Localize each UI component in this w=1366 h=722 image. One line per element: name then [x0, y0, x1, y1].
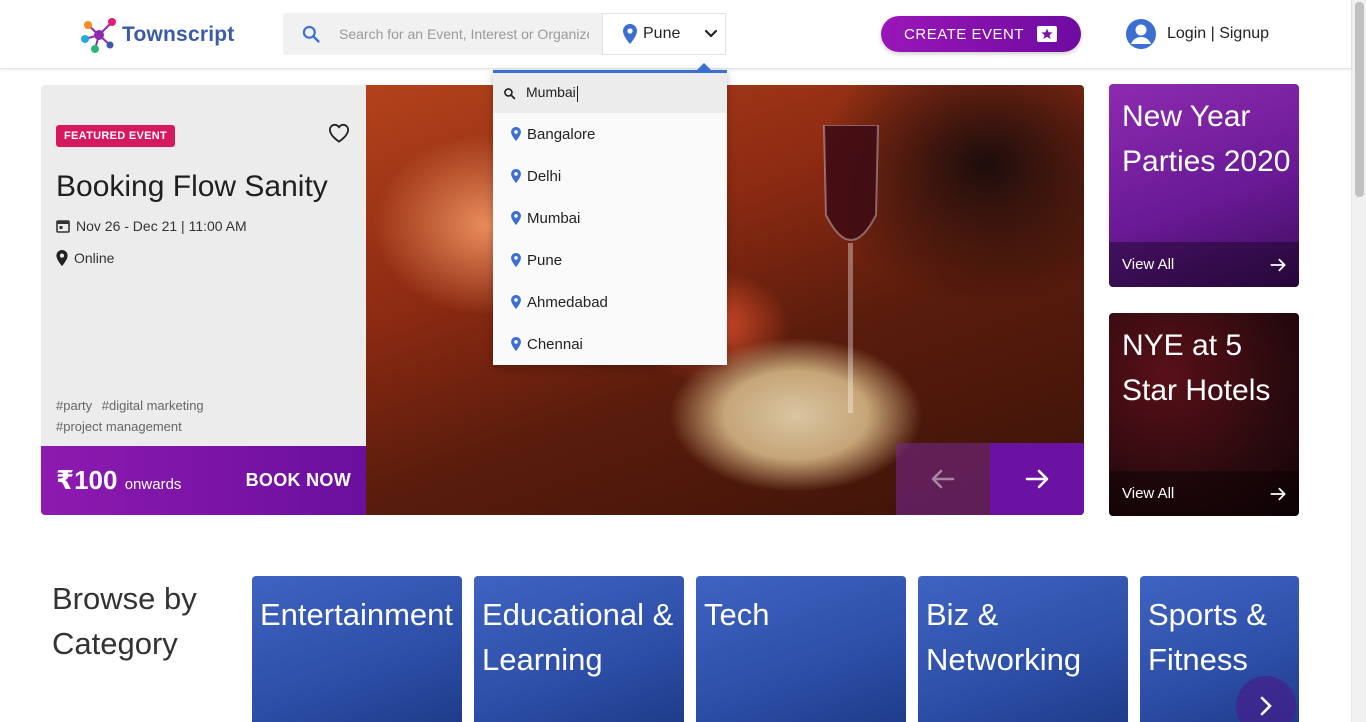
category-label: Entertainment	[260, 597, 453, 632]
city-search-query: Mumbai	[526, 84, 576, 101]
townscript-logo-icon	[81, 18, 116, 53]
promo-view-all[interactable]: View All	[1109, 471, 1299, 516]
ticket-star-icon	[1036, 26, 1057, 42]
view-all-label: View All	[1122, 256, 1175, 273]
event-search-bar[interactable]	[283, 13, 602, 55]
price-book-bar: ₹100 onwards BOOK NOW	[41, 446, 366, 515]
category-label: Educational & Learning	[482, 597, 674, 677]
category-biz-networking[interactable]: Biz & Networking	[918, 576, 1128, 722]
location-pin-icon	[511, 253, 521, 267]
location-pin-icon	[511, 169, 521, 183]
category-label: Biz & Networking	[926, 597, 1082, 677]
featured-event-card[interactable]: FEATURED EVENT Booking Flow Sanity Nov 2…	[41, 85, 366, 515]
location-pin-icon	[511, 127, 521, 141]
tag[interactable]: #party	[56, 398, 92, 413]
city-option-pune[interactable]: Pune	[493, 239, 727, 281]
location-pin-icon	[511, 295, 521, 309]
category-label: Tech	[704, 597, 770, 632]
event-date-row: Nov 26 - Dec 21 | 11:00 AM	[56, 218, 247, 234]
promo-title: New Year Parties 2020	[1122, 100, 1291, 178]
heart-icon[interactable]	[328, 123, 350, 143]
city-search-value[interactable]: Mumbai	[526, 84, 578, 102]
login-signup[interactable]: Login | Signup	[1125, 18, 1269, 50]
city-option-chennai[interactable]: Chennai	[493, 323, 727, 365]
location-pin-icon	[623, 24, 637, 44]
dropdown-caret	[697, 63, 711, 70]
page-scrollbar[interactable]	[1351, 0, 1366, 722]
city-dropdown: Mumbai Bangalore Delhi Mumbai Pune Ahmed…	[493, 63, 727, 365]
event-tags: #party #digital marketing #project manag…	[56, 395, 356, 437]
event-location-row: Online	[56, 250, 114, 266]
arrow-right-icon	[1025, 469, 1049, 489]
arrow-right-icon	[1270, 487, 1286, 500]
event-title[interactable]: Booking Flow Sanity	[56, 170, 328, 204]
event-price: ₹100 onwards	[56, 465, 181, 496]
promo-view-all[interactable]: View All	[1109, 242, 1299, 287]
promo-new-year-parties[interactable]: New Year Parties 2020 View All	[1109, 84, 1299, 287]
city-option-label: Mumbai	[527, 209, 581, 227]
city-option-label: Bangalore	[527, 125, 596, 143]
event-location: Online	[74, 250, 115, 266]
city-selector[interactable]: Pune	[602, 13, 726, 55]
featured-badge: FEATURED EVENT	[56, 125, 176, 147]
browse-by-category-heading: Browse by Category	[52, 581, 197, 661]
city-option-mumbai[interactable]: Mumbai	[493, 197, 727, 239]
townscript-logo[interactable]: Townscript	[80, 17, 234, 53]
scrollbar-thumb[interactable]	[1355, 2, 1364, 197]
carousel-next-button[interactable]	[990, 443, 1084, 515]
category-tech[interactable]: Tech	[696, 576, 906, 722]
user-avatar-icon	[1126, 19, 1156, 49]
price-suffix: onwards	[124, 476, 182, 493]
wine-glass-illustration	[822, 125, 880, 413]
location-pin-icon	[511, 337, 521, 351]
city-option-bangalore[interactable]: Bangalore	[493, 113, 727, 155]
city-search-field[interactable]: Mumbai	[493, 73, 727, 113]
chevron-right-icon	[1260, 696, 1272, 716]
category-entertainment[interactable]: Entertainment	[252, 576, 462, 722]
selected-city: Pune	[643, 25, 681, 42]
city-option-label: Chennai	[527, 335, 583, 353]
city-option-ahmedabad[interactable]: Ahmedabad	[493, 281, 727, 323]
create-event-button[interactable]: CREATE EVENT	[881, 16, 1081, 52]
category-educational-learning[interactable]: Educational & Learning	[474, 576, 684, 722]
event-date: Nov 26 - Dec 21 | 11:00 AM	[76, 218, 247, 234]
location-pin-icon	[511, 211, 521, 225]
promo-title: NYE at 5 Star Hotels	[1122, 329, 1271, 407]
arrow-right-icon	[1270, 258, 1286, 271]
search-icon	[504, 87, 516, 99]
view-all-label: View All	[1122, 485, 1175, 502]
search-icon	[283, 24, 339, 44]
event-search-input[interactable]	[339, 26, 589, 42]
carousel-prev-button[interactable]	[896, 443, 990, 515]
calendar-icon	[56, 220, 70, 233]
text-cursor	[576, 85, 578, 102]
category-label: Sports & Fitness	[1148, 597, 1267, 677]
city-option-delhi[interactable]: Delhi	[493, 155, 727, 197]
city-option-label: Ahmedabad	[527, 293, 608, 311]
brand-name: Townscript	[122, 23, 235, 46]
book-now-button[interactable]: BOOK NOW	[246, 470, 351, 491]
price-value: ₹100	[56, 465, 118, 495]
chevron-down-icon	[705, 29, 718, 38]
city-option-label: Pune	[527, 251, 563, 269]
login-signup-label: Login | Signup	[1167, 25, 1270, 42]
create-event-label: CREATE EVENT	[904, 25, 1024, 43]
top-header: Townscript Pune CREATE EVENT Login | Sig…	[0, 0, 1351, 69]
promo-nye-5-star-hotels[interactable]: NYE at 5 Star Hotels View All	[1109, 313, 1299, 516]
tag[interactable]: #project management	[56, 419, 182, 434]
city-option-label: Delhi	[527, 167, 562, 185]
location-pin-icon	[56, 250, 68, 266]
tag[interactable]: #digital marketing	[102, 398, 204, 413]
arrow-left-icon	[931, 469, 955, 489]
